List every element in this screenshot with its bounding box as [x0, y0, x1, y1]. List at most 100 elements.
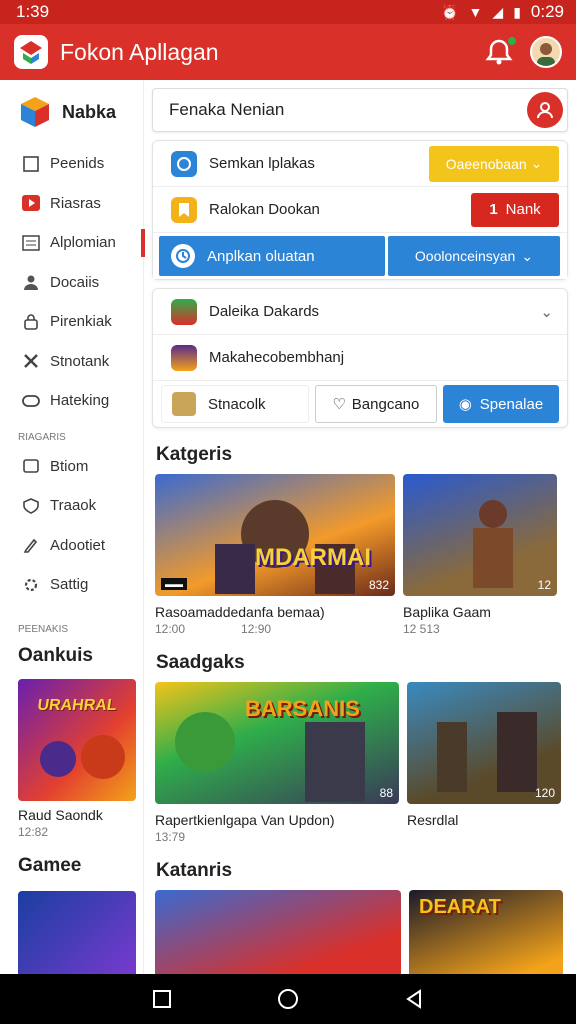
- sidebar-item-label: Riasras: [50, 194, 101, 212]
- app-icon: [171, 298, 197, 325]
- rank-button[interactable]: 1 Nank: [471, 192, 559, 227]
- app-logo-icon[interactable]: [14, 35, 48, 69]
- bangcano-button[interactable]: ♡ Bangcano: [314, 385, 437, 423]
- sidebar-item-label: Alplomian: [50, 234, 116, 252]
- chevron-down-icon[interactable]: ⌄: [540, 303, 553, 321]
- list-icon: [22, 234, 40, 252]
- person-icon: [22, 273, 40, 291]
- selected-option[interactable]: Anplkan oluatan: [159, 236, 385, 276]
- sidebar-item-3[interactable]: Docaiis: [0, 263, 143, 303]
- chevron-down-icon: ⌄: [521, 247, 534, 264]
- sidebar-item-5[interactable]: Stnotank: [0, 342, 143, 382]
- dropdown-label: Oaeenobaan: [445, 155, 527, 172]
- option-row[interactable]: Semkan lplakas Oaeenobaan ⌄: [153, 141, 567, 187]
- back-icon[interactable]: [404, 989, 424, 1009]
- brand-label: Nabka: [62, 101, 117, 122]
- spenalae-button[interactable]: ◉ Spenalae: [442, 385, 559, 423]
- game-count: 88: [379, 786, 393, 800]
- button-label: Bangcano: [351, 395, 420, 413]
- chest-icon: [172, 392, 196, 416]
- sidebar-item-0[interactable]: Peenids: [0, 144, 143, 184]
- shield-icon: [22, 497, 40, 515]
- status-bar: 1:39 ⏰ ▼ ◢ ▮ 0:29: [0, 0, 576, 24]
- app-row[interactable]: Daleika Dakards ⌄: [153, 289, 567, 335]
- bookmark-icon: [171, 196, 197, 223]
- recents-icon[interactable]: [152, 989, 172, 1009]
- sidebar: Nabka Peenids Riasras Alplomian Docaiis …: [0, 80, 145, 981]
- document-icon: [22, 155, 40, 173]
- game-card[interactable]: 120 Resrdlal: [407, 682, 561, 844]
- sidebar-item-2[interactable]: Alplomian: [0, 223, 145, 263]
- option-dropdown[interactable]: Oaeenobaan ⌄: [429, 145, 559, 182]
- app-title: Fokon Apllagan: [60, 38, 219, 65]
- sidebar-item-label: Peenids: [50, 155, 105, 173]
- card-title: Raud Saondk: [18, 806, 103, 823]
- game-caption: Rapertkienlgapa Van Updon): [155, 812, 335, 828]
- game-caption: Rasoamaddedanfa bemaa): [155, 604, 325, 620]
- sidebar-item-8[interactable]: Traaok: [0, 486, 143, 526]
- settings-icon: [22, 576, 40, 594]
- search-bar[interactable]: Fenaka Nenian: [152, 88, 568, 132]
- alarm-icon: ⏰: [441, 3, 459, 20]
- game-thumbnail: 120: [407, 682, 561, 804]
- lock-icon: [22, 313, 40, 331]
- sync-icon: [171, 150, 197, 177]
- option-label: Semkan lplakas: [209, 155, 315, 172]
- sidebar-heading: Oankuis: [18, 644, 93, 666]
- sidebar-item-label: Docaiis: [50, 273, 100, 291]
- sidebar-item-6[interactable]: Hateking: [0, 381, 143, 421]
- gamepad-icon: [22, 392, 40, 410]
- signal-icon: ◢: [492, 3, 504, 20]
- cube-icon: [21, 97, 49, 127]
- app-row[interactable]: Makahecobembhanj: [153, 335, 567, 381]
- battery-icon: ▮: [513, 3, 521, 20]
- game-grid: MDARMAI ▬▬ 832 Rasoamaddedanfa bemaa) 12…: [155, 474, 568, 636]
- rank-label: Nank: [505, 201, 541, 218]
- sidebar-item-label: Adootiet: [50, 536, 106, 554]
- game-thumbnail: 12: [403, 474, 557, 596]
- section-title: Katanris: [156, 860, 233, 881]
- sidebar-item-7[interactable]: Btiom: [0, 447, 143, 487]
- home-icon[interactable]: [277, 988, 299, 1010]
- option-row-selected[interactable]: Anplkan oluatan Ooolonceinsyan ⌄: [153, 233, 567, 279]
- option-dropdown[interactable]: Ooolonceinsyan ⌄: [388, 236, 560, 276]
- clock-icon: [171, 244, 195, 268]
- option-label: Ralokan Dookan: [209, 201, 320, 218]
- action-row: Stnacolk ♡ Bangcano ◉ Spenalae: [153, 381, 567, 427]
- sidebar-item-1[interactable]: Riasras: [0, 184, 143, 224]
- stnacolk-button[interactable]: Stnacolk: [161, 385, 309, 423]
- user-search-button[interactable]: [527, 92, 563, 128]
- main-content: Fenaka Nenian Semkan lplakas Oaeenobaan …: [152, 88, 568, 990]
- notification-bell-icon[interactable]: [484, 35, 518, 67]
- sidebar-brand[interactable]: Nabka: [0, 80, 143, 144]
- button-label: Stnacolk: [208, 395, 266, 413]
- status-icons: ⏰ ▼ ◢ ▮ 0:29: [441, 2, 564, 22]
- search-input[interactable]: Fenaka Nenian: [169, 100, 284, 120]
- sidebar-game-card[interactable]: [18, 890, 136, 981]
- sidebar-item-9[interactable]: Adootiet: [0, 526, 143, 566]
- option-row[interactable]: Ralokan Dookan 1 Nank: [153, 187, 567, 233]
- puzzle-icon: [22, 352, 40, 370]
- game-thumbnail: MDARMAI ▬▬ 832: [155, 474, 395, 596]
- sidebar-item-label: Btiom: [50, 457, 89, 475]
- sidebar-game-card[interactable]: URAHRAL: [18, 678, 136, 801]
- app-label: Makahecobembhanj: [209, 349, 345, 366]
- sidebar-item-4[interactable]: Pirenkiak: [0, 302, 143, 342]
- sidebar-heading: Gamee: [18, 854, 82, 876]
- dropdown-label: Ooolonceinsyan: [414, 248, 516, 264]
- sidebar-item-10[interactable]: Sattig: [0, 565, 143, 605]
- game-card[interactable]: 12 Baplika Gaam 12 513: [403, 474, 557, 636]
- game-art: [215, 500, 355, 594]
- game-card[interactable]: MDARMAI ▬▬ 832 Rasoamaddedanfa bemaa) 12…: [155, 474, 395, 636]
- app-label: Daleika Dakards: [209, 303, 320, 320]
- app-bar: Fokon Apllagan: [0, 24, 576, 80]
- game-card[interactable]: BARSANIS 88 Rapertkienlgapa Van Updon) 1…: [155, 682, 399, 844]
- sidebar-item-label: Sattig: [50, 576, 89, 594]
- game-time: 12:00: [155, 622, 186, 636]
- play-icon: [22, 194, 40, 212]
- game-art-text: BARSANIS: [245, 696, 360, 721]
- avatar[interactable]: [530, 36, 562, 68]
- game-caption: Baplika Gaam: [403, 604, 491, 620]
- heart-icon: ♡: [332, 396, 346, 413]
- game-time: 12 513: [403, 622, 440, 636]
